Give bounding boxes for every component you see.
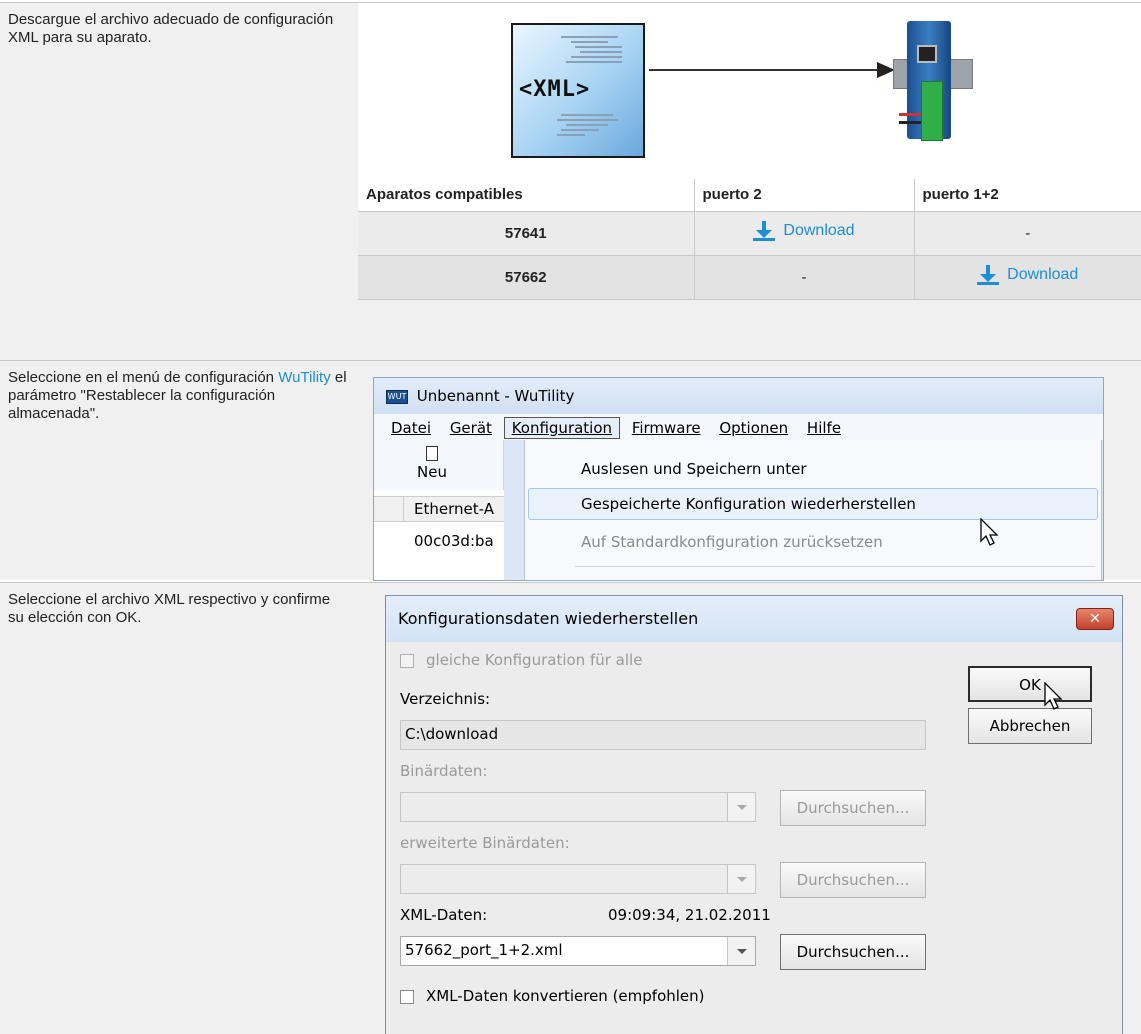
list-header: Ethernet-A xyxy=(374,496,504,522)
convert-checkbox[interactable] xyxy=(400,990,414,1004)
toolbar: Neu xyxy=(374,440,504,490)
table-row: 57641 Download - xyxy=(358,211,1141,256)
menubar: Datei Gerät Konfiguration Firmware Optio… xyxy=(374,414,1103,440)
close-icon[interactable]: ✕ xyxy=(1076,608,1114,630)
new-button[interactable]: Neu xyxy=(402,446,462,481)
menu-separator xyxy=(575,566,1095,567)
dialog-titlebar: Konfigurationsdaten wiederherstellen ✕ xyxy=(386,596,1122,642)
ext-binary-select[interactable] xyxy=(400,864,756,894)
binary-select[interactable] xyxy=(400,792,756,822)
download-icon xyxy=(753,221,776,241)
ext-binary-label: erweiterte Binärdaten: xyxy=(400,834,570,852)
chevron-down-icon xyxy=(727,865,755,893)
wutility-window: WUT Unbenannt - WuTility Datei Gerät Kon… xyxy=(373,377,1104,581)
xml-to-device-diagram: <XML> xyxy=(358,3,1141,179)
arrow-line xyxy=(649,69,879,71)
window-titlebar: WUT Unbenannt - WuTility xyxy=(374,378,1103,414)
instruction-row-dialog: Seleccione el archivo XML respectivo y c… xyxy=(0,582,1141,1034)
xml-select-value: 57662_port_1+2.xml xyxy=(405,941,563,959)
instruction-text: Seleccione en el menú de configuración W… xyxy=(0,361,355,580)
binary-browse-button[interactable]: Durchsuchen... xyxy=(780,790,926,826)
compatible-devices-table: Aparatos compatibles puerto 2 puerto 1+2… xyxy=(358,179,1141,300)
menu-geraet[interactable]: Gerät xyxy=(443,418,499,440)
instruction-text-part: Seleccione en el menú de configuración xyxy=(8,369,279,386)
new-label: Neu xyxy=(417,463,447,481)
instruction-text: Seleccione el archivo XML respectivo y c… xyxy=(0,583,355,1034)
table-header: puerto 2 xyxy=(694,179,915,212)
app-icon: WUT xyxy=(386,389,408,404)
same-config-checkbox[interactable] xyxy=(400,654,414,668)
xml-select[interactable]: 57662_port_1+2.xml xyxy=(400,936,756,966)
instruction-content: Konfigurationsdaten wiederherstellen ✕ g… xyxy=(355,583,1141,1034)
download-link[interactable]: Download xyxy=(977,265,1078,285)
window-title: Unbenannt - WuTility xyxy=(416,387,575,405)
xml-timestamp: 09:09:34, 21.02.2011 xyxy=(608,906,771,924)
empty-cell: - xyxy=(694,255,915,300)
menu-optionen[interactable]: Optionen xyxy=(712,418,795,440)
chevron-down-icon xyxy=(727,793,755,821)
model-cell: 57641 xyxy=(358,211,695,256)
xml-file-icon: <XML> xyxy=(511,23,645,158)
menu-item-reset[interactable]: Auf Standardkonfiguration zurücksetzen xyxy=(581,527,883,557)
instruction-row-download: Descargue el archivo adecuado de configu… xyxy=(0,2,1141,360)
chevron-down-icon xyxy=(727,937,755,965)
instruction-content: <XML> Aparatos compatibles puerto 2 puer… xyxy=(355,3,1141,360)
konfiguration-dropdown: Auslesen und Speichern unter Gespeichert… xyxy=(524,440,1102,580)
download-cell: Download xyxy=(694,211,915,256)
ext-binary-browse-button[interactable]: Durchsuchen... xyxy=(780,862,926,898)
menu-item-read-save[interactable]: Auslesen und Speichern unter xyxy=(581,454,807,484)
instruction-content: WUT Unbenannt - WuTility Datei Gerät Kon… xyxy=(355,361,1141,581)
dialog-body: gleiche Konfiguration für alle Verzeichn… xyxy=(386,642,1122,1034)
download-link[interactable]: Download xyxy=(753,221,855,241)
directory-label: Verzeichnis: xyxy=(400,690,491,708)
select-column[interactable] xyxy=(374,497,404,521)
binary-label: Binärdaten: xyxy=(400,762,488,780)
model-cell: 57662 xyxy=(358,255,695,300)
restore-dialog: Konfigurationsdaten wiederherstellen ✕ g… xyxy=(385,595,1123,1034)
menu-item-restore[interactable]: Gespeicherte Konfiguration wiederherstel… xyxy=(581,489,916,519)
empty-cell: - xyxy=(914,211,1141,256)
dialog-title: Konfigurationsdaten wiederherstellen xyxy=(398,609,699,628)
menu-firmware[interactable]: Firmware xyxy=(625,418,708,440)
download-label: Download xyxy=(783,222,855,239)
table-row: 57662 - Download xyxy=(358,255,1141,300)
list-item[interactable]: 00c03d:ba xyxy=(414,532,494,550)
convert-label: XML-Daten konvertieren (empfohlen) xyxy=(426,987,705,1005)
table-header: Aparatos compatibles xyxy=(358,179,695,212)
wutility-link[interactable]: WuTility xyxy=(278,369,331,386)
table-header: puerto 1+2 xyxy=(914,179,1141,212)
instruction-text: Descargue el archivo adecuado de configu… xyxy=(0,3,355,360)
cancel-button[interactable]: Abbrechen xyxy=(968,708,1092,744)
new-document-icon xyxy=(426,446,438,461)
device-image xyxy=(893,21,973,151)
xml-label: XML-Daten: xyxy=(400,906,488,924)
same-config-label: gleiche Konfiguration für alle xyxy=(426,651,643,669)
menu-datei[interactable]: Datei xyxy=(384,418,438,440)
download-cell: Download xyxy=(914,255,1141,300)
xml-tag-text: <XML> xyxy=(519,77,591,102)
download-icon xyxy=(977,265,1000,285)
menu-konfiguration[interactable]: Konfiguration xyxy=(503,417,621,439)
download-label: Download xyxy=(1007,266,1079,283)
xml-browse-button[interactable]: Durchsuchen... xyxy=(780,934,926,970)
menu-hilfe[interactable]: Hilfe xyxy=(800,418,848,440)
device-list: Ethernet-A 00c03d:ba xyxy=(374,490,504,580)
ok-button[interactable]: OK xyxy=(968,666,1092,702)
directory-field: C:\download xyxy=(400,720,926,750)
column-header-ethernet[interactable]: Ethernet-A xyxy=(414,500,494,518)
instruction-row-menu: Seleccione en el menú de configuración W… xyxy=(0,360,1141,581)
